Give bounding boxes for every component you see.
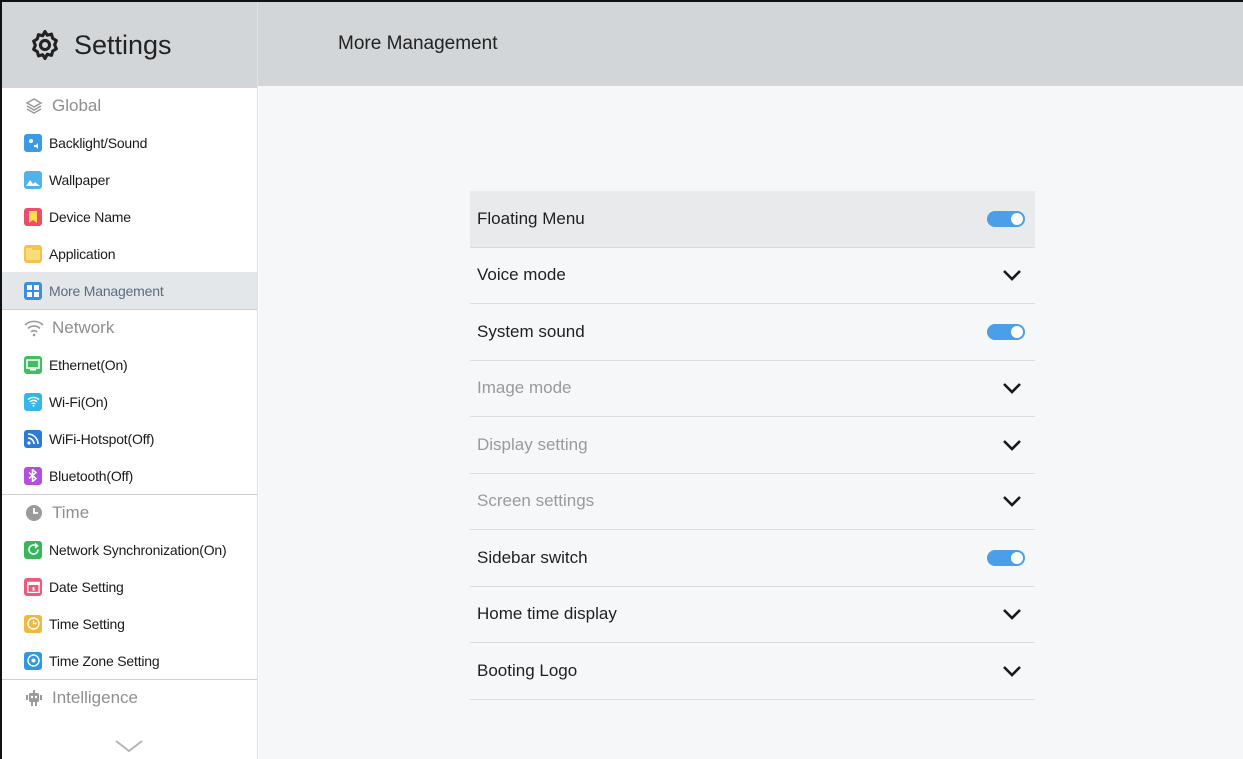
sidebar-section-network: Network <box>2 310 257 346</box>
sidebar-item-label: Wallpaper <box>49 171 110 188</box>
setting-row-floating-menu[interactable]: Floating Menu <box>470 191 1035 248</box>
toggle-knob <box>1011 325 1023 338</box>
setting-label: Voice mode <box>477 265 566 285</box>
chevron-down-icon[interactable] <box>114 738 144 754</box>
sidebar-item-wallpaper[interactable]: Wallpaper <box>2 161 257 198</box>
chevron-down-icon[interactable] <box>1002 381 1022 395</box>
folder-icon <box>24 244 42 263</box>
wifi-icon <box>24 318 44 338</box>
setting-row-home-time-display[interactable]: Home time display <box>470 587 1035 643</box>
setting-label: System sound <box>477 321 585 341</box>
layers-icon <box>24 96 44 116</box>
sync-icon <box>24 540 42 559</box>
setting-label: Floating Menu <box>477 208 585 228</box>
setting-label: Sidebar switch <box>477 547 588 567</box>
backlight-sound-icon <box>24 133 42 152</box>
sidebar-item-label: Time Setting <box>49 615 125 632</box>
toggle-knob <box>1011 551 1023 564</box>
robot-icon <box>24 688 44 708</box>
sidebar-item-label: Device Name <box>49 208 131 225</box>
page-header: More Management <box>258 2 1243 86</box>
bookmark-icon <box>24 207 42 226</box>
sidebar-item-network-synchronization-on[interactable]: Network Synchronization(On) <box>2 531 257 568</box>
sidebar-item-application[interactable]: Application <box>2 235 257 272</box>
sidebar-item-device-name[interactable]: Device Name <box>2 198 257 235</box>
clock-icon <box>24 503 44 523</box>
sidebar-item-label: More Management <box>49 282 164 299</box>
sidebar-section-label: Network <box>52 318 115 337</box>
sidebar-item-date-setting[interactable]: Date Setting <box>2 568 257 605</box>
setting-row-display-setting: Display setting <box>470 417 1035 474</box>
sidebar-section-intelligence: Intelligence <box>2 680 257 716</box>
setting-label: Booting Logo <box>477 660 578 680</box>
setting-row-system-sound[interactable]: System sound <box>470 304 1035 361</box>
sidebar: Settings Global Backlight/Sound Wallpaper D… <box>2 2 258 759</box>
page-title: More Management <box>338 33 498 54</box>
main-panel: Floating Menu Voice mode System sound Image… <box>259 86 1243 759</box>
setting-row-booting-logo[interactable]: Booting Logo <box>470 643 1035 700</box>
wifi-icon <box>24 392 42 411</box>
chevron-down-icon[interactable] <box>1002 607 1022 621</box>
setting-row-image-mode: Image mode <box>470 361 1035 417</box>
sidebar-item-label: Date Setting <box>49 578 124 595</box>
setting-label: Screen settings <box>477 491 595 511</box>
sidebar-section-time: Time <box>2 495 257 531</box>
sidebar-item-time-setting[interactable]: Time Setting <box>2 605 257 642</box>
sidebar-item-more-management[interactable]: More Management <box>2 272 257 309</box>
settings-list: Floating Menu Voice mode System sound Image… <box>470 191 1035 700</box>
bluetooth-icon <box>24 466 42 485</box>
system-sound-toggle[interactable] <box>987 323 1025 340</box>
chevron-down-icon[interactable] <box>1002 494 1022 508</box>
setting-label: Image mode <box>477 378 572 398</box>
sidebar-item-label: Network Synchronization(On) <box>49 541 227 558</box>
chevron-down-icon[interactable] <box>1002 664 1022 678</box>
grid-icon <box>24 281 42 300</box>
hotspot-icon <box>24 429 42 448</box>
sidebar-section-label: Global <box>52 96 102 115</box>
sidebar-item-label: Wi-Fi(On) <box>49 393 108 410</box>
sidebar-item-ethernet-on[interactable]: Ethernet(On) <box>2 346 257 383</box>
monitor-icon <box>24 355 42 374</box>
clock-icon <box>24 614 42 633</box>
sidebar-switch-toggle[interactable] <box>987 549 1025 566</box>
sidebar-section-global: Global <box>2 88 257 124</box>
sidebar-item-label: Time Zone Setting <box>49 652 160 669</box>
sidebar-item-label: Application <box>49 245 116 262</box>
setting-row-sidebar-switch[interactable]: Sidebar switch <box>470 530 1035 587</box>
setting-row-screen-settings: Screen settings <box>470 474 1035 530</box>
sidebar-item-backlight-sound[interactable]: Backlight/Sound <box>2 124 257 161</box>
sidebar-item-label: Ethernet(On) <box>49 356 128 373</box>
sidebar-section-label: Intelligence <box>52 688 139 707</box>
app-title: Settings <box>74 29 172 60</box>
sidebar-header: Settings <box>2 2 257 88</box>
sidebar-item-time-zone-setting[interactable]: Time Zone Setting <box>2 642 257 679</box>
toggle-knob <box>1011 212 1023 225</box>
wallpaper-icon <box>24 170 42 189</box>
setting-label: Display setting <box>477 434 588 454</box>
sidebar-item-wi-fi-on[interactable]: Wi-Fi(On) <box>2 383 257 420</box>
setting-label: Home time display <box>477 604 617 624</box>
sidebar-item-bluetooth-off[interactable]: Bluetooth(Off) <box>2 457 257 494</box>
location-icon <box>24 651 42 670</box>
floating-menu-toggle[interactable] <box>987 210 1025 227</box>
sidebar-item-label: WiFi-Hotspot(Off) <box>49 430 155 447</box>
sidebar-section-label: Time <box>52 503 90 522</box>
sidebar-item-label: Backlight/Sound <box>49 134 148 151</box>
setting-row-voice-mode[interactable]: Voice mode <box>470 248 1035 304</box>
sidebar-item-wifi-hotspot-off[interactable]: WiFi-Hotspot(Off) <box>2 420 257 457</box>
chevron-down-icon[interactable] <box>1002 268 1022 282</box>
calendar-icon <box>24 577 42 596</box>
chevron-down-icon[interactable] <box>1002 438 1022 452</box>
sidebar-item-label: Bluetooth(Off) <box>49 467 134 484</box>
gear-icon <box>32 29 58 61</box>
